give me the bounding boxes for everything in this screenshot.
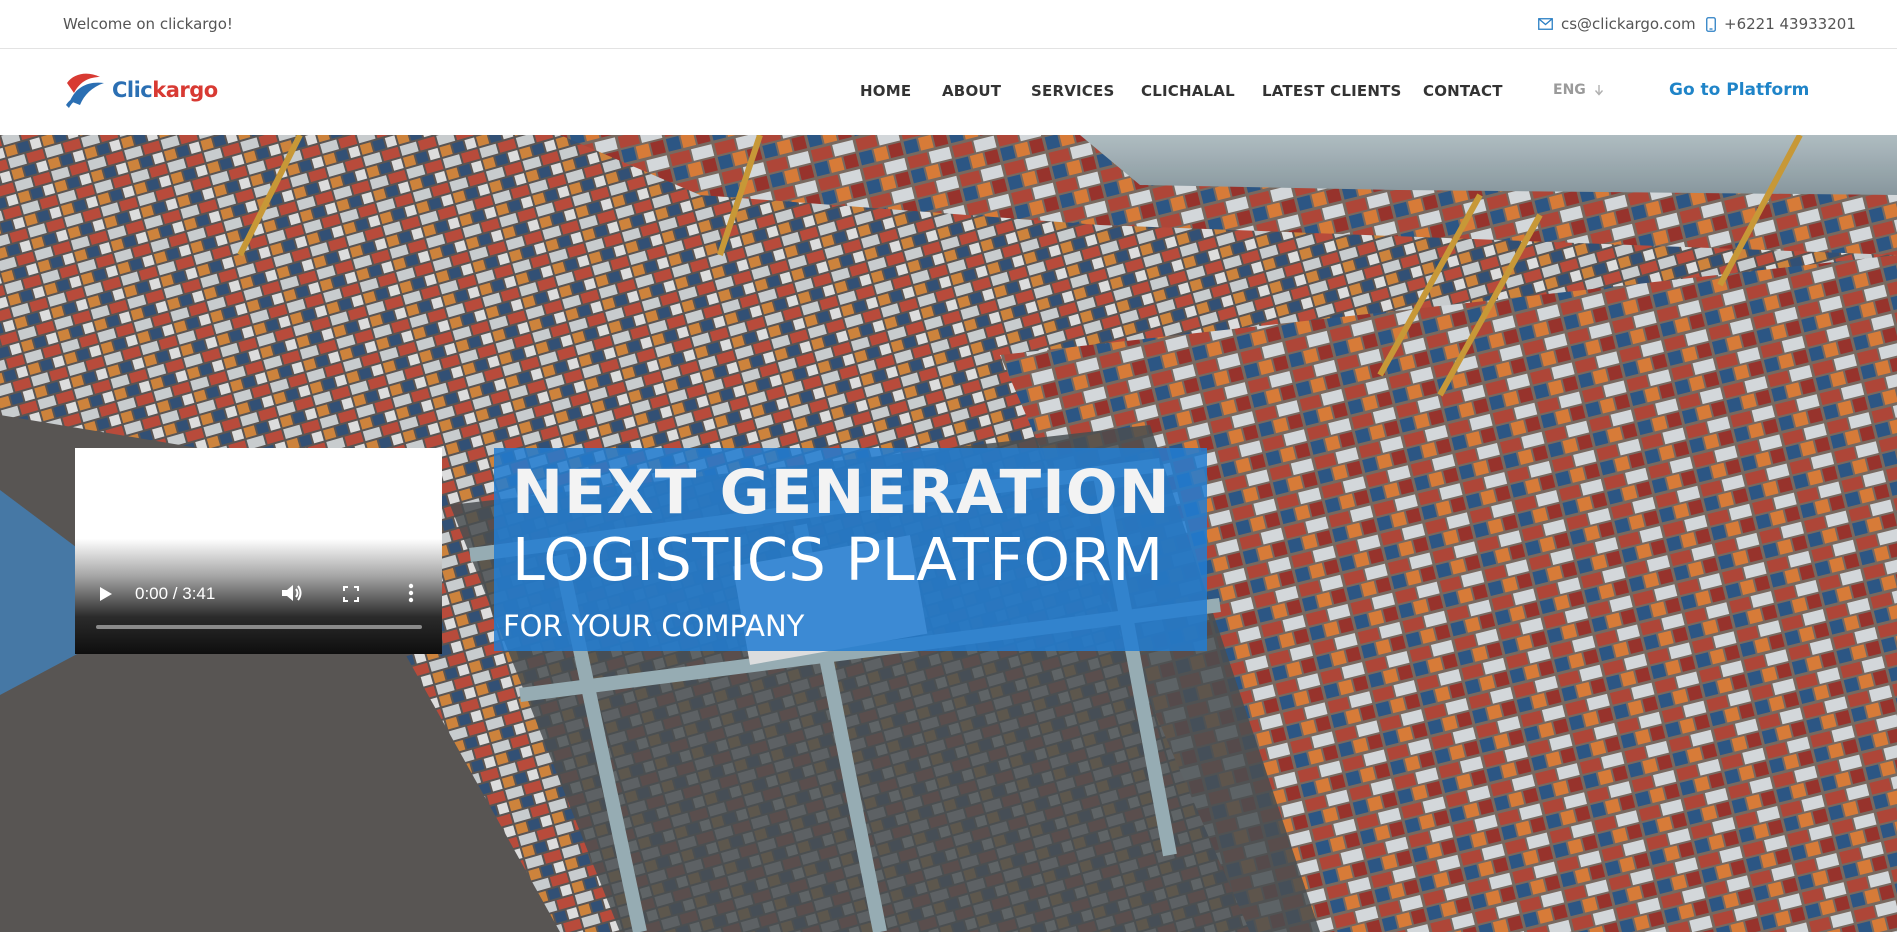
video-progress-bar[interactable] xyxy=(96,625,422,629)
volume-icon[interactable] xyxy=(281,583,303,603)
top-bar: Welcome on clickargo! cs@clickargo.com +… xyxy=(0,0,1897,49)
email-contact[interactable]: cs@clickargo.com xyxy=(1538,15,1696,33)
mobile-phone-icon xyxy=(1706,16,1716,32)
video-time: 0:00 / 3:41 xyxy=(135,584,216,603)
go-to-platform-link[interactable]: Go to Platform xyxy=(1669,80,1809,100)
nav-item-about[interactable]: ABOUT xyxy=(942,82,1001,100)
play-icon[interactable] xyxy=(99,586,113,602)
nav-item-services[interactable]: SERVICES xyxy=(1031,82,1114,100)
language-label: ENG xyxy=(1553,82,1586,98)
nav-item-home[interactable]: HOME xyxy=(860,82,911,100)
phone-text[interactable]: +6221 43933201 xyxy=(1724,15,1856,33)
hero-title-line1: NEXT GENERATION xyxy=(512,457,1171,528)
envelope-icon xyxy=(1538,18,1553,30)
nav-item-contact[interactable]: CONTACT xyxy=(1423,82,1503,100)
arrow-down-icon xyxy=(1594,85,1603,96)
video-controls: 0:00 / 3:41 xyxy=(75,448,442,654)
email-text[interactable]: cs@clickargo.com xyxy=(1561,15,1696,33)
welcome-text: Welcome on clickargo! xyxy=(63,15,233,33)
language-selector[interactable]: ENG xyxy=(1553,82,1604,98)
fullscreen-icon[interactable] xyxy=(343,586,359,602)
clickargo-logo-icon xyxy=(66,73,104,108)
logo-wordmark: Clickargo xyxy=(112,78,218,102)
nav-item-latest-clients[interactable]: LATEST CLIENTS xyxy=(1262,82,1402,100)
main-navbar: Clickargo HOME ABOUT SERVICES CLICHALAL … xyxy=(0,49,1897,135)
hero-section: 0:00 / 3:41 NEXT GENERATION LOGISTICS PL… xyxy=(0,135,1897,932)
hero-title-line2: LOGISTICS PLATFORM xyxy=(512,525,1164,594)
more-options-icon[interactable] xyxy=(408,583,414,603)
clickargo-logo[interactable]: Clickargo xyxy=(64,71,218,109)
video-player[interactable]: 0:00 / 3:41 xyxy=(75,448,442,654)
hero-subtitle: FOR YOUR COMPANY xyxy=(503,609,805,643)
phone-contact[interactable]: +6221 43933201 xyxy=(1706,15,1856,33)
nav-item-clichalal[interactable]: CLICHALAL xyxy=(1141,82,1235,100)
hero-headline-box: NEXT GENERATION LOGISTICS PLATFORM FOR Y… xyxy=(494,448,1207,651)
